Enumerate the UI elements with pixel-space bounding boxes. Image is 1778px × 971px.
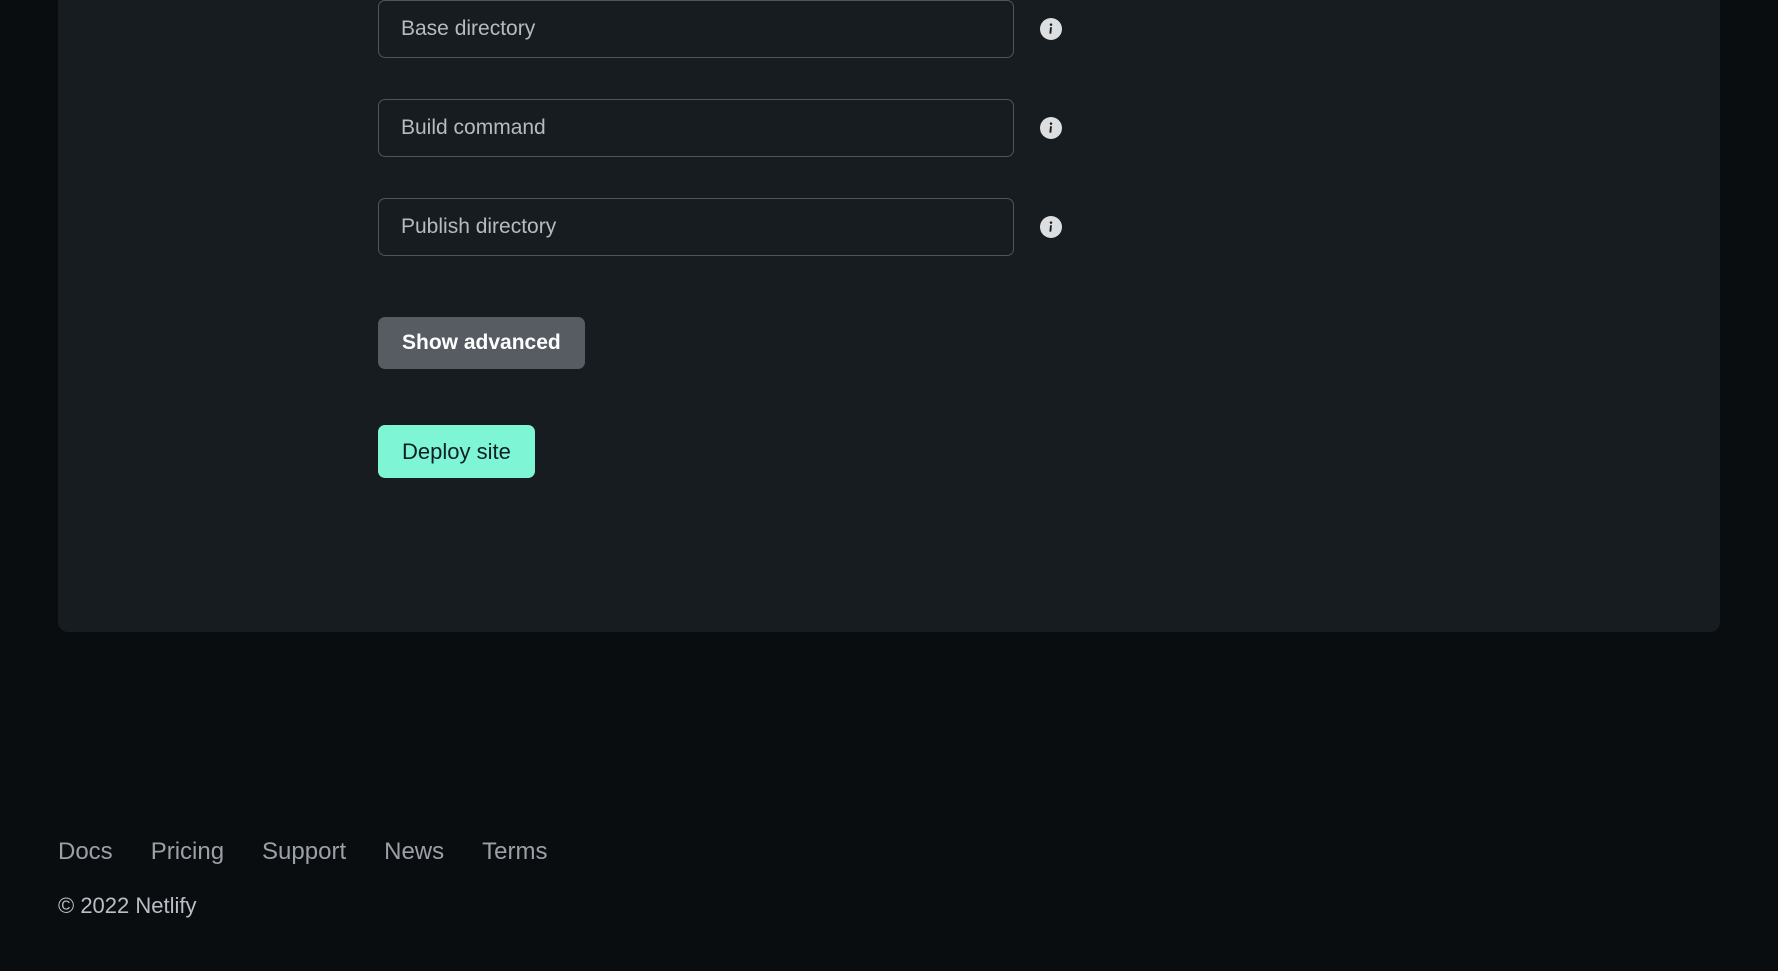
info-icon[interactable] [1040,18,1062,40]
field-row-build-command [378,99,1062,157]
footer-link-pricing[interactable]: Pricing [151,838,224,866]
build-command-input[interactable] [378,99,1014,157]
deploy-settings-card: Show advanced Deploy site [58,0,1720,632]
footer-link-terms[interactable]: Terms [482,838,547,866]
field-row-publish-directory [378,198,1062,256]
footer-link-support[interactable]: Support [262,838,346,866]
publish-directory-input[interactable] [378,198,1014,256]
base-directory-input[interactable] [378,0,1014,58]
page-root: Show advanced Deploy site Docs Pricing S… [0,0,1778,971]
info-icon[interactable] [1040,216,1062,238]
footer-copyright: © 2022 Netlify [58,893,197,918]
deploy-site-button[interactable]: Deploy site [378,425,535,479]
footer-links: Docs Pricing Support News Terms [58,838,1658,866]
footer-link-docs[interactable]: Docs [58,838,113,866]
build-settings-form: Show advanced Deploy site [378,0,1062,479]
info-icon[interactable] [1040,117,1062,139]
deploy-button-wrapper: Deploy site [378,425,1062,479]
show-advanced-button[interactable]: Show advanced [378,317,585,370]
field-row-base-directory [378,0,1062,58]
page-footer: Docs Pricing Support News Terms © 2022 N… [58,838,1658,919]
footer-link-news[interactable]: News [384,838,444,866]
